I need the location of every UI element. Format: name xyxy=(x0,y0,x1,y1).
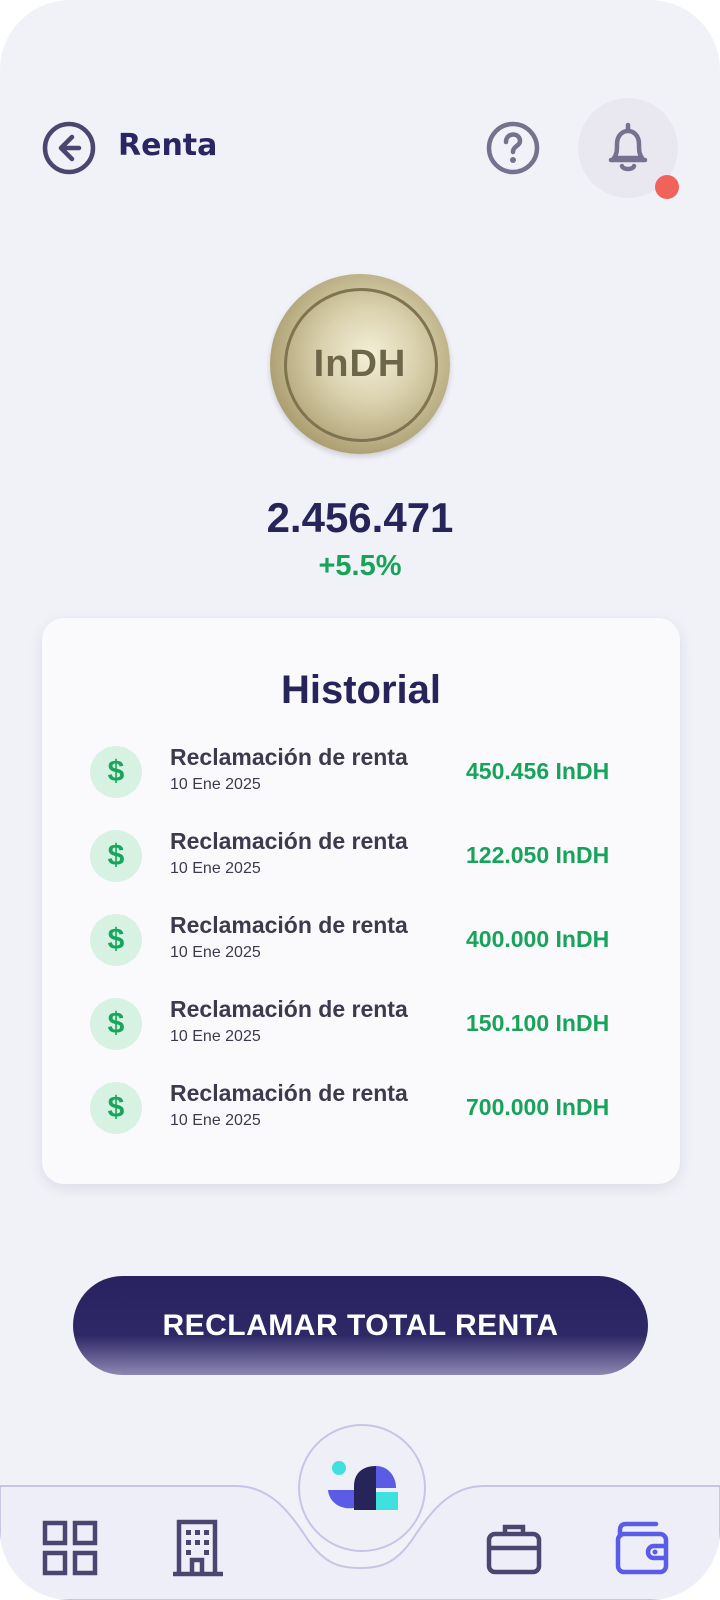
history-row-amount: 700.000 InDH xyxy=(466,1094,610,1120)
page-title: Renta xyxy=(118,128,218,163)
logo-icon xyxy=(328,1461,398,1510)
nav-buildings[interactable] xyxy=(168,1518,228,1578)
briefcase-icon xyxy=(486,1524,542,1575)
dollar-icon: $ xyxy=(90,1082,142,1134)
history-row-date: 10 Ene 2025 xyxy=(170,860,261,877)
history-row[interactable]: $ Reclamación de renta 10 Ene 2025 150.1… xyxy=(90,996,650,1056)
history-row[interactable]: $ Reclamación de renta 10 Ene 2025 700.0… xyxy=(90,1080,650,1140)
history-row-date: 10 Ene 2025 xyxy=(170,776,261,793)
history-row[interactable]: $ Reclamación de renta 10 Ene 2025 450.4… xyxy=(90,744,650,804)
history-row-date: 10 Ene 2025 xyxy=(170,1112,261,1129)
balance-value: 2.456.471 xyxy=(266,494,454,541)
history-row-title: Reclamación de renta xyxy=(170,996,408,1022)
wallet-icon xyxy=(615,1521,669,1575)
notifications-button[interactable] xyxy=(578,98,679,199)
history-row-title: Reclamación de renta xyxy=(170,828,408,854)
history-row-amount: 150.100 InDH xyxy=(466,1010,610,1036)
history-row[interactable]: $ Reclamación de renta 10 Ene 2025 122.0… xyxy=(90,828,650,888)
dollar-icon: $ xyxy=(90,998,142,1050)
top-bar: Renta xyxy=(0,96,720,199)
notification-badge-dot xyxy=(655,175,679,199)
claim-total-rent-button[interactable]: RECLAMAR TOTAL RENTA xyxy=(73,1276,648,1375)
history-card: Historial $ Reclamación de renta 10 Ene … xyxy=(42,618,680,1184)
history-title: Historial xyxy=(280,668,442,712)
nav-dashboard[interactable] xyxy=(40,1518,100,1578)
dollar-icon: $ xyxy=(90,746,142,798)
history-row-title: Reclamación de renta xyxy=(170,912,408,938)
history-row-date: 10 Ene 2025 xyxy=(170,1028,261,1045)
dollar-icon: $ xyxy=(90,914,142,966)
history-row[interactable]: $ Reclamación de renta 10 Ene 2025 400.0… xyxy=(90,912,650,972)
dollar-icon: $ xyxy=(90,830,142,882)
help-circle-icon xyxy=(486,121,540,175)
history-row-amount: 122.050 InDH xyxy=(466,842,610,868)
history-row-amount: 450.456 InDH xyxy=(466,758,610,784)
back-button[interactable] xyxy=(42,121,96,175)
history-row-amount: 400.000 InDH xyxy=(466,926,610,952)
coin-label: InDH xyxy=(313,343,407,385)
token-coin: InDH xyxy=(270,274,450,454)
arrow-left-circle-icon xyxy=(42,121,96,175)
history-row-title: Reclamación de renta xyxy=(170,744,408,770)
app-screen: Renta InDH 2.456.471 +5.5% Historial $ R… xyxy=(0,0,720,1600)
bell-icon xyxy=(608,122,648,172)
home-logo-button[interactable] xyxy=(298,1424,426,1552)
help-button[interactable] xyxy=(486,121,540,175)
history-row-title: Reclamación de renta xyxy=(170,1080,408,1106)
bottom-nav xyxy=(0,1400,720,1600)
history-row-date: 10 Ene 2025 xyxy=(170,944,261,961)
grid-icon xyxy=(42,1520,98,1576)
building-icon xyxy=(173,1519,223,1577)
balance-change: +5.5% xyxy=(318,550,402,582)
nav-wallet[interactable] xyxy=(612,1518,672,1578)
nav-portfolio[interactable] xyxy=(484,1518,544,1578)
